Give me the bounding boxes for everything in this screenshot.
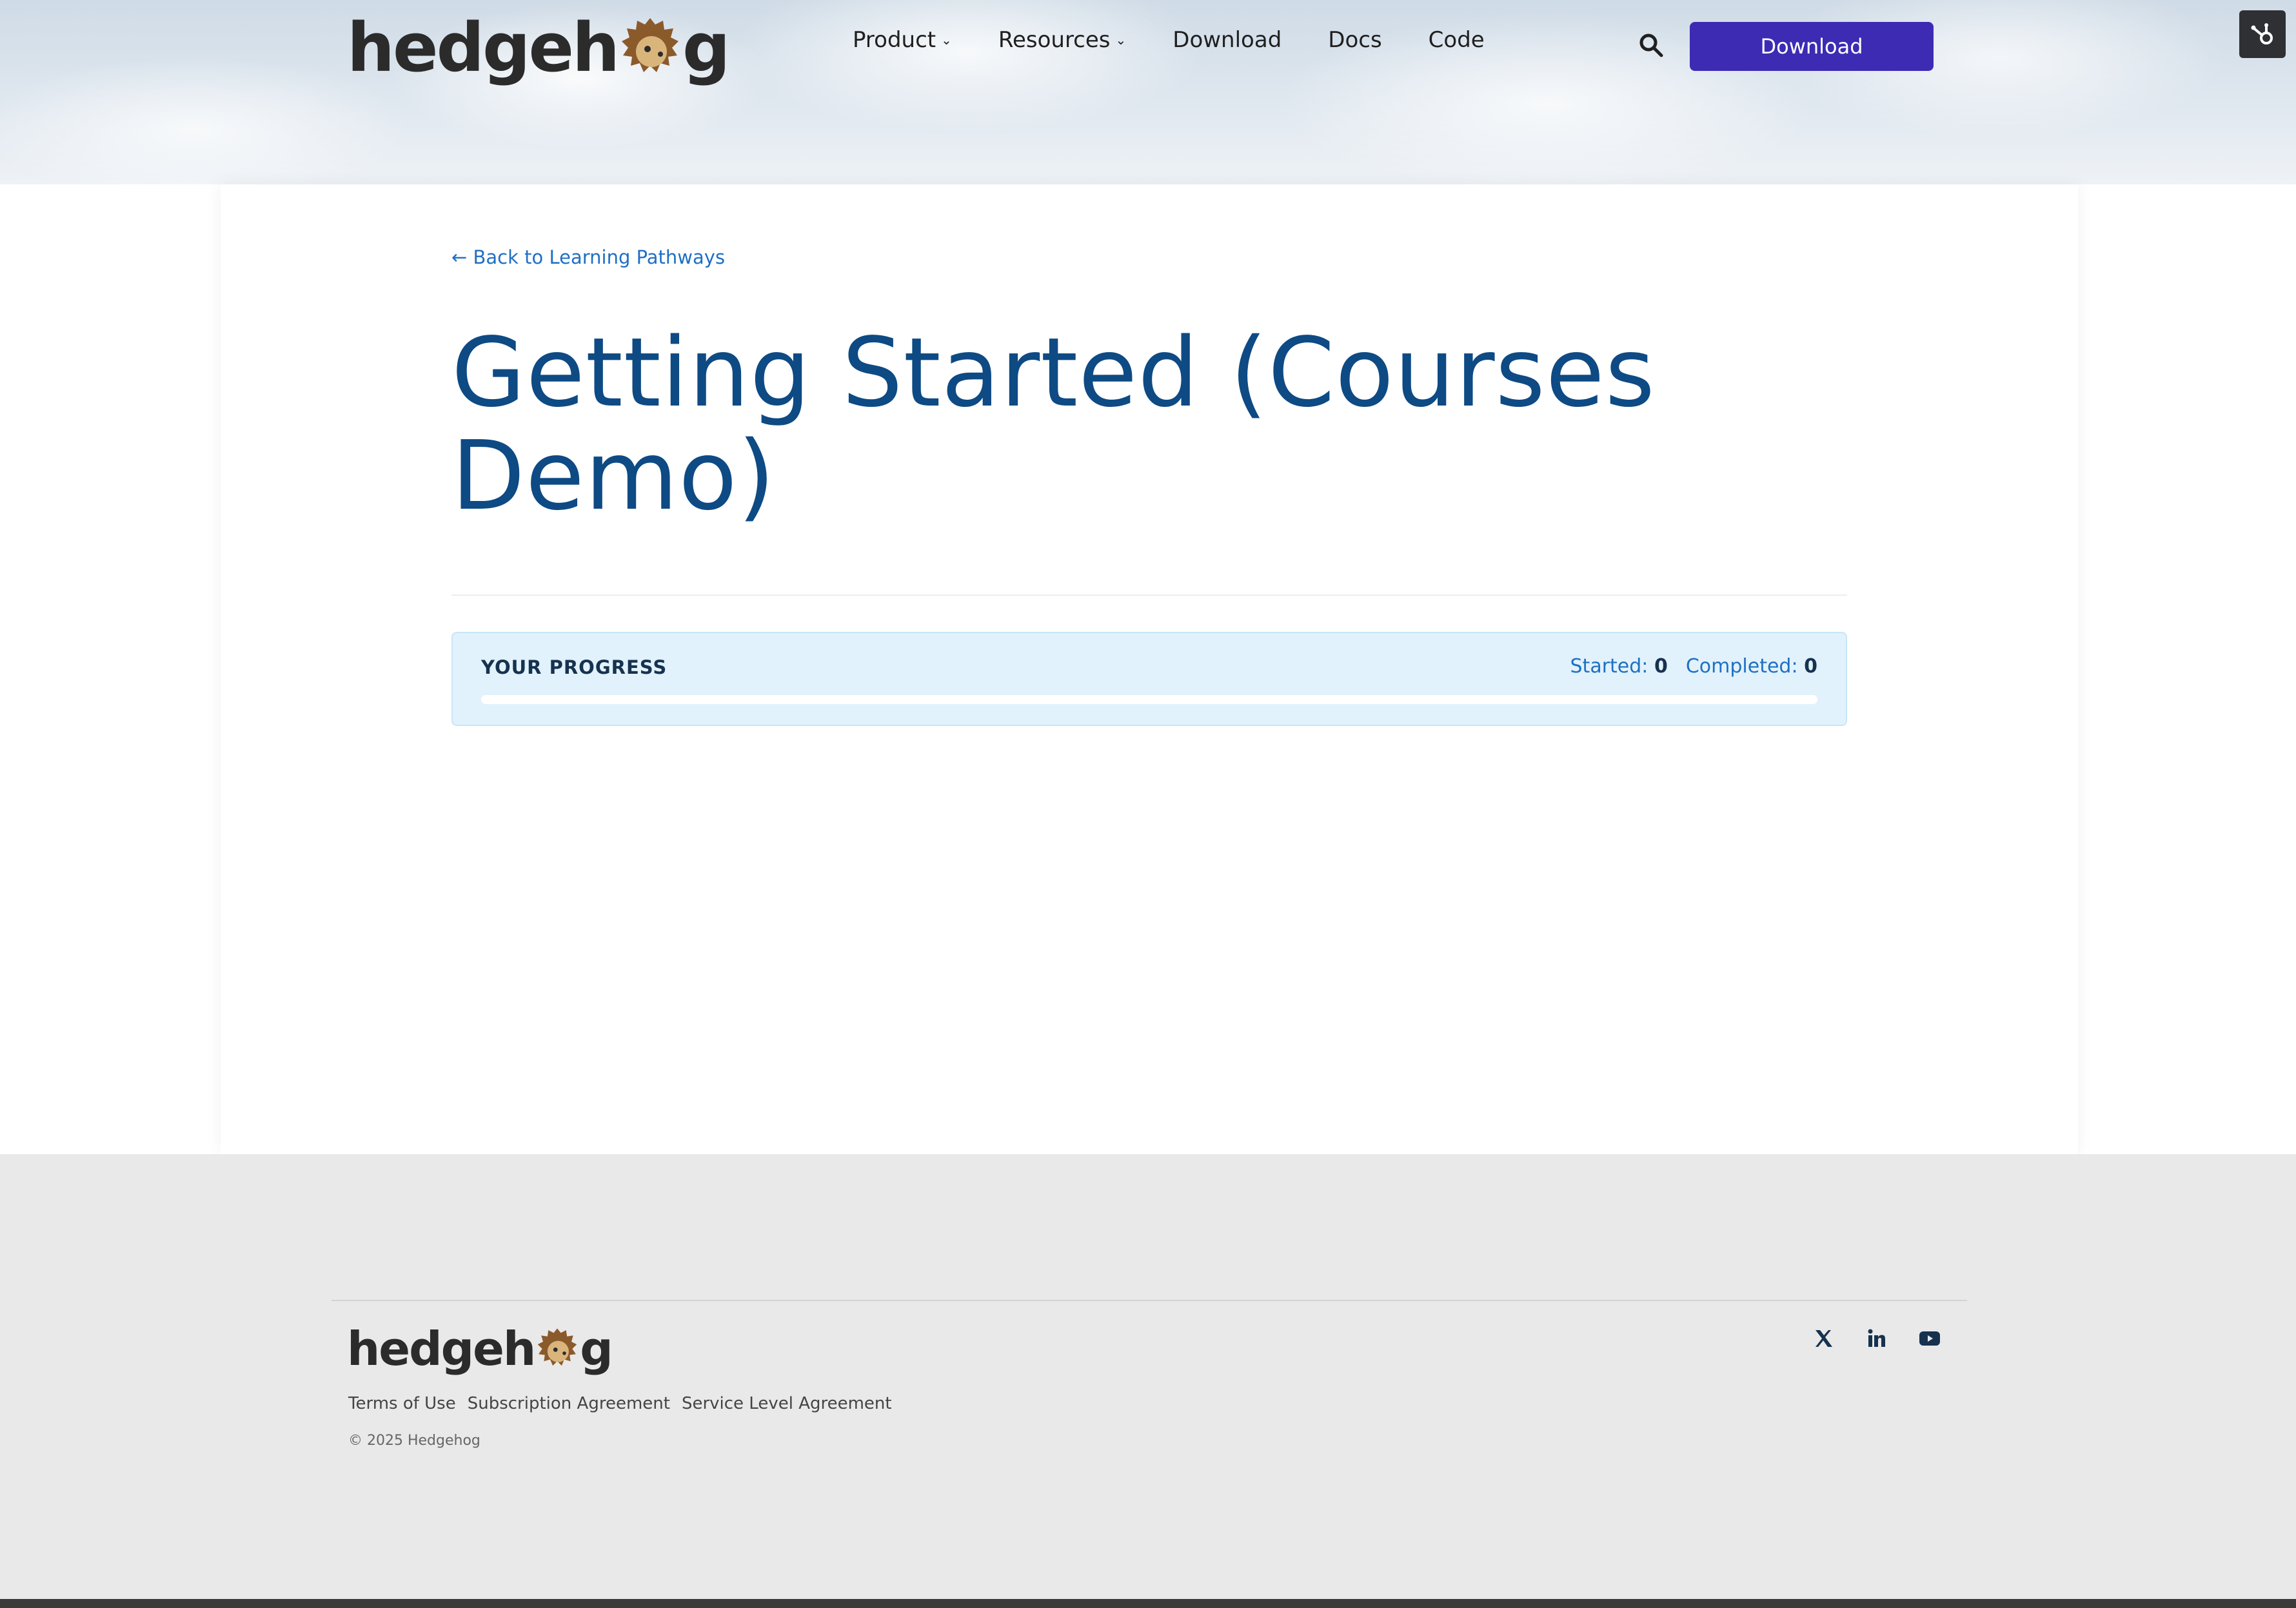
logo-text-end: g <box>580 1322 613 1376</box>
logo-text-start: hedgeh <box>347 8 620 87</box>
progress-panel: YOUR PROGRESS Started: 0 Completed: 0 <box>451 632 1847 726</box>
chevron-down-icon: ⌄ <box>1115 32 1127 48</box>
hubspot-icon <box>2251 23 2273 44</box>
hubspot-badge[interactable] <box>2239 10 2286 58</box>
linkedin-link[interactable] <box>1865 1327 1888 1350</box>
nav-item-download[interactable]: Download <box>1173 27 1282 53</box>
nav-item-label: Product <box>853 27 936 53</box>
back-to-learning-pathways-link[interactable]: ← Back to Learning Pathways <box>451 246 725 268</box>
linkedin-icon <box>1868 1329 1885 1347</box>
nav-item-label: Download <box>1173 27 1282 53</box>
site-footer: hedgeh g Terms of Use Subscription Agree… <box>0 1154 2296 1599</box>
footer-links: Terms of Use Subscription Agreement Serv… <box>348 1394 892 1413</box>
logo-text-start: hedgeh <box>347 1322 536 1376</box>
completed-stat: Completed: 0 <box>1686 655 1817 678</box>
progress-label: YOUR PROGRESS <box>481 656 668 678</box>
x-link[interactable] <box>1812 1327 1836 1350</box>
terms-of-use-link[interactable]: Terms of Use <box>348 1394 456 1413</box>
nav-item-code[interactable]: Code <box>1429 27 1485 53</box>
social-links <box>1812 1327 1941 1350</box>
completed-label: Completed: <box>1685 655 1798 678</box>
youtube-icon <box>1919 1331 1940 1346</box>
completed-value: 0 <box>1804 655 1817 678</box>
started-value: 0 <box>1654 655 1668 678</box>
copyright: © 2025 Hedgehog <box>348 1433 480 1449</box>
service-level-agreement-link[interactable]: Service Level Agreement <box>682 1394 892 1413</box>
nav-item-label: Resources <box>998 27 1111 53</box>
page-title: Getting Started (Courses Demo) <box>451 317 1656 531</box>
nav-item-label: Code <box>1428 27 1485 53</box>
hedgehog-logo[interactable]: hedgeh g <box>347 8 731 87</box>
bottom-bar <box>0 1599 2296 1608</box>
nav-item-docs[interactable]: Docs <box>1328 27 1381 53</box>
progress-stats: Started: 0 Completed: 0 <box>1570 655 1817 678</box>
subscription-agreement-link[interactable]: Subscription Agreement <box>468 1394 670 1413</box>
logo-text-end: g <box>682 8 730 87</box>
footer-logo[interactable]: hedgeh g <box>347 1322 613 1376</box>
nav-item-product[interactable]: Product ⌄ <box>853 27 952 53</box>
main-nav: Product ⌄ Resources ⌄ Download Docs Code <box>853 27 1531 53</box>
site-header: hedgeh g Product ⌄ Resources ⌄ Download … <box>0 0 2296 184</box>
nav-item-label: Docs <box>1328 27 1382 53</box>
progress-bar <box>481 695 1817 704</box>
chevron-down-icon: ⌄ <box>941 32 952 48</box>
download-button[interactable]: Download <box>1690 22 1934 71</box>
search-icon <box>1639 34 1663 57</box>
started-stat: Started: 0 <box>1570 655 1668 678</box>
hedgehog-logo-icon <box>622 18 679 72</box>
started-label: Started: <box>1570 655 1648 678</box>
nav-item-resources[interactable]: Resources ⌄ <box>998 27 1126 53</box>
divider <box>451 594 1847 596</box>
hedgehog-logo-icon <box>538 1328 577 1366</box>
x-icon <box>1816 1330 1832 1347</box>
footer-divider <box>332 1300 1967 1301</box>
youtube-link[interactable] <box>1918 1327 1941 1350</box>
search-button[interactable] <box>1638 32 1664 58</box>
